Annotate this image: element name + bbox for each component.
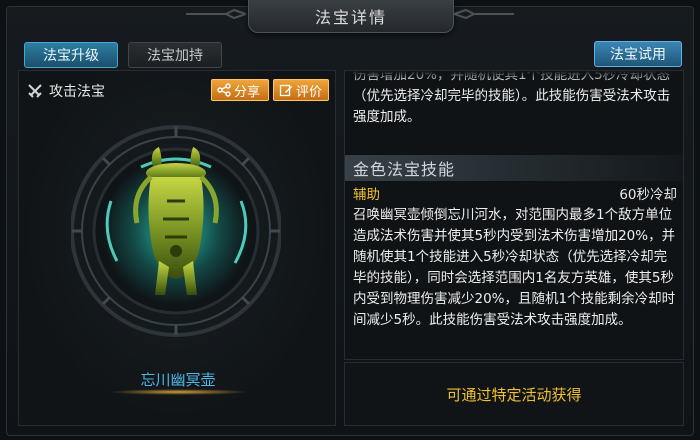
gold-skill-header: 金色法宝技能 (345, 155, 683, 181)
edit-icon (279, 84, 292, 97)
treasure-name: 忘川幽冥壶 (140, 371, 216, 389)
trial-button[interactable]: 法宝试用 (594, 41, 682, 67)
treasure-type-row: 攻击法宝 (27, 81, 105, 101)
tab-upgrade[interactable]: 法宝升级 (24, 42, 118, 68)
rate-button[interactable]: 评价 (273, 79, 329, 101)
obtain-panel: 可通过特定活动获得 (344, 362, 684, 426)
title-ornament-right (454, 8, 514, 20)
skill-description-panel[interactable]: 伤害增加20%，并随机使其1个技能进入5秒冷却状态（优先选择冷却完毕的技能）。此… (344, 70, 684, 360)
share-button[interactable]: 分享 (211, 79, 269, 101)
name-underline-glow (109, 389, 249, 395)
treasure-artwork (71, 125, 281, 337)
title-ornament-left (186, 8, 246, 20)
rate-label: 评价 (296, 84, 323, 100)
skill-type: 辅助 (353, 187, 380, 203)
window-title: 法宝详情 (314, 8, 387, 27)
skill-cooldown: 60秒冷却 (619, 187, 677, 203)
window-title-plate: 法宝详情 (248, 0, 454, 33)
treasure-display-panel: 攻击法宝 分享 评价 忘川幽冥壶 (18, 70, 336, 426)
tab-blessing[interactable]: 法宝加持 (128, 42, 222, 68)
skill-desc: 召唤幽冥壶倾倒忘川河水，对范围内最多1个敌方单位造成法术伤害并使其5秒内受到法术… (353, 207, 676, 328)
share-label: 分享 (234, 84, 261, 100)
share-icon (217, 83, 231, 97)
scroll-fade (345, 71, 683, 81)
crossed-swords-icon (28, 84, 42, 98)
treasure-type-label: 攻击法宝 (49, 84, 105, 100)
skill-meta-row: 辅助 60秒冷却 (353, 183, 677, 203)
obtain-text: 可通过特定活动获得 (446, 385, 582, 404)
